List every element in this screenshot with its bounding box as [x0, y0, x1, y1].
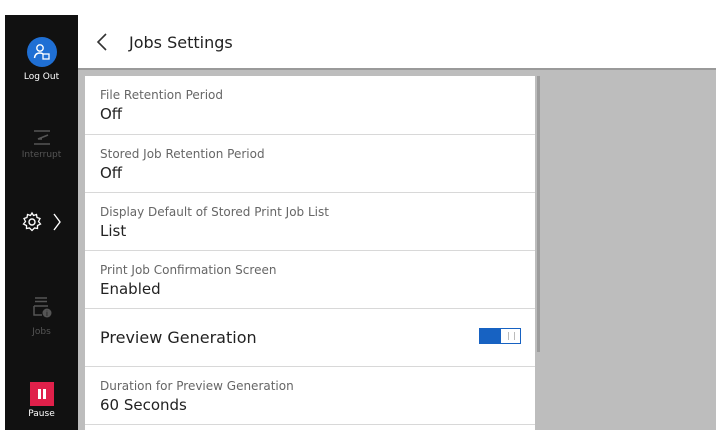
pause-label: Pause: [28, 409, 55, 419]
setting-label: Duration for Preview Generation: [100, 379, 294, 393]
setting-file-retention-period[interactable]: File Retention Period Off: [85, 76, 535, 135]
setting-duration-preview-generation[interactable]: Duration for Preview Generation 60 Secon…: [85, 367, 535, 425]
header-bar: Jobs Settings: [78, 15, 716, 70]
setting-label: Print Job Confirmation Screen: [100, 263, 277, 277]
scrollbar[interactable]: [537, 76, 540, 352]
back-button[interactable]: [92, 31, 114, 53]
setting-stored-job-retention-period[interactable]: Stored Job Retention Period Off: [85, 135, 535, 193]
logout-label: Log Out: [23, 72, 60, 82]
chevron-left-icon: [96, 33, 107, 51]
toggle-knob: [508, 332, 515, 340]
toggle-on-fill: [480, 329, 501, 343]
page-title: Jobs Settings: [129, 33, 233, 52]
settings-list: File Retention Period Off Stored Job Ret…: [85, 76, 535, 430]
setting-label: File Retention Period: [100, 88, 223, 102]
user-logout-icon: [26, 37, 57, 67]
interrupt-icon: [5, 128, 78, 150]
preview-generation-toggle[interactable]: [479, 328, 521, 344]
pause-icon: [29, 382, 54, 406]
sidebar: Log Out Interrupt i Jobs Pause: [5, 15, 78, 430]
interrupt-label: Interrupt: [21, 150, 62, 160]
setting-value: 60 Seconds: [100, 396, 187, 414]
jobs-label: Jobs: [32, 327, 51, 337]
setting-label: Display Default of Stored Print Job List: [100, 205, 329, 219]
logout-button[interactable]: Log Out: [5, 37, 78, 82]
svg-text:i: i: [46, 310, 48, 318]
setting-label: Preview Generation: [100, 328, 257, 347]
setting-print-job-confirmation-screen[interactable]: Print Job Confirmation Screen Enabled: [85, 251, 535, 309]
settings-button[interactable]: [5, 211, 78, 237]
jobs-icon: i: [5, 295, 78, 319]
setting-preview-generation[interactable]: Preview Generation: [85, 309, 535, 367]
pause-button[interactable]: Pause: [5, 382, 78, 419]
setting-display-default-stored-print-job-list[interactable]: Display Default of Stored Print Job List…: [85, 193, 535, 251]
setting-value: Enabled: [100, 280, 161, 298]
setting-value: Off: [100, 105, 123, 123]
gear-icon: [21, 211, 43, 237]
interrupt-button[interactable]: Interrupt: [5, 128, 78, 160]
jobs-button[interactable]: i Jobs: [5, 295, 78, 337]
setting-label: Stored Job Retention Period: [100, 147, 265, 161]
setting-value: List: [100, 222, 127, 240]
setting-value: Off: [100, 164, 123, 182]
chevron-right-icon: [52, 211, 62, 237]
